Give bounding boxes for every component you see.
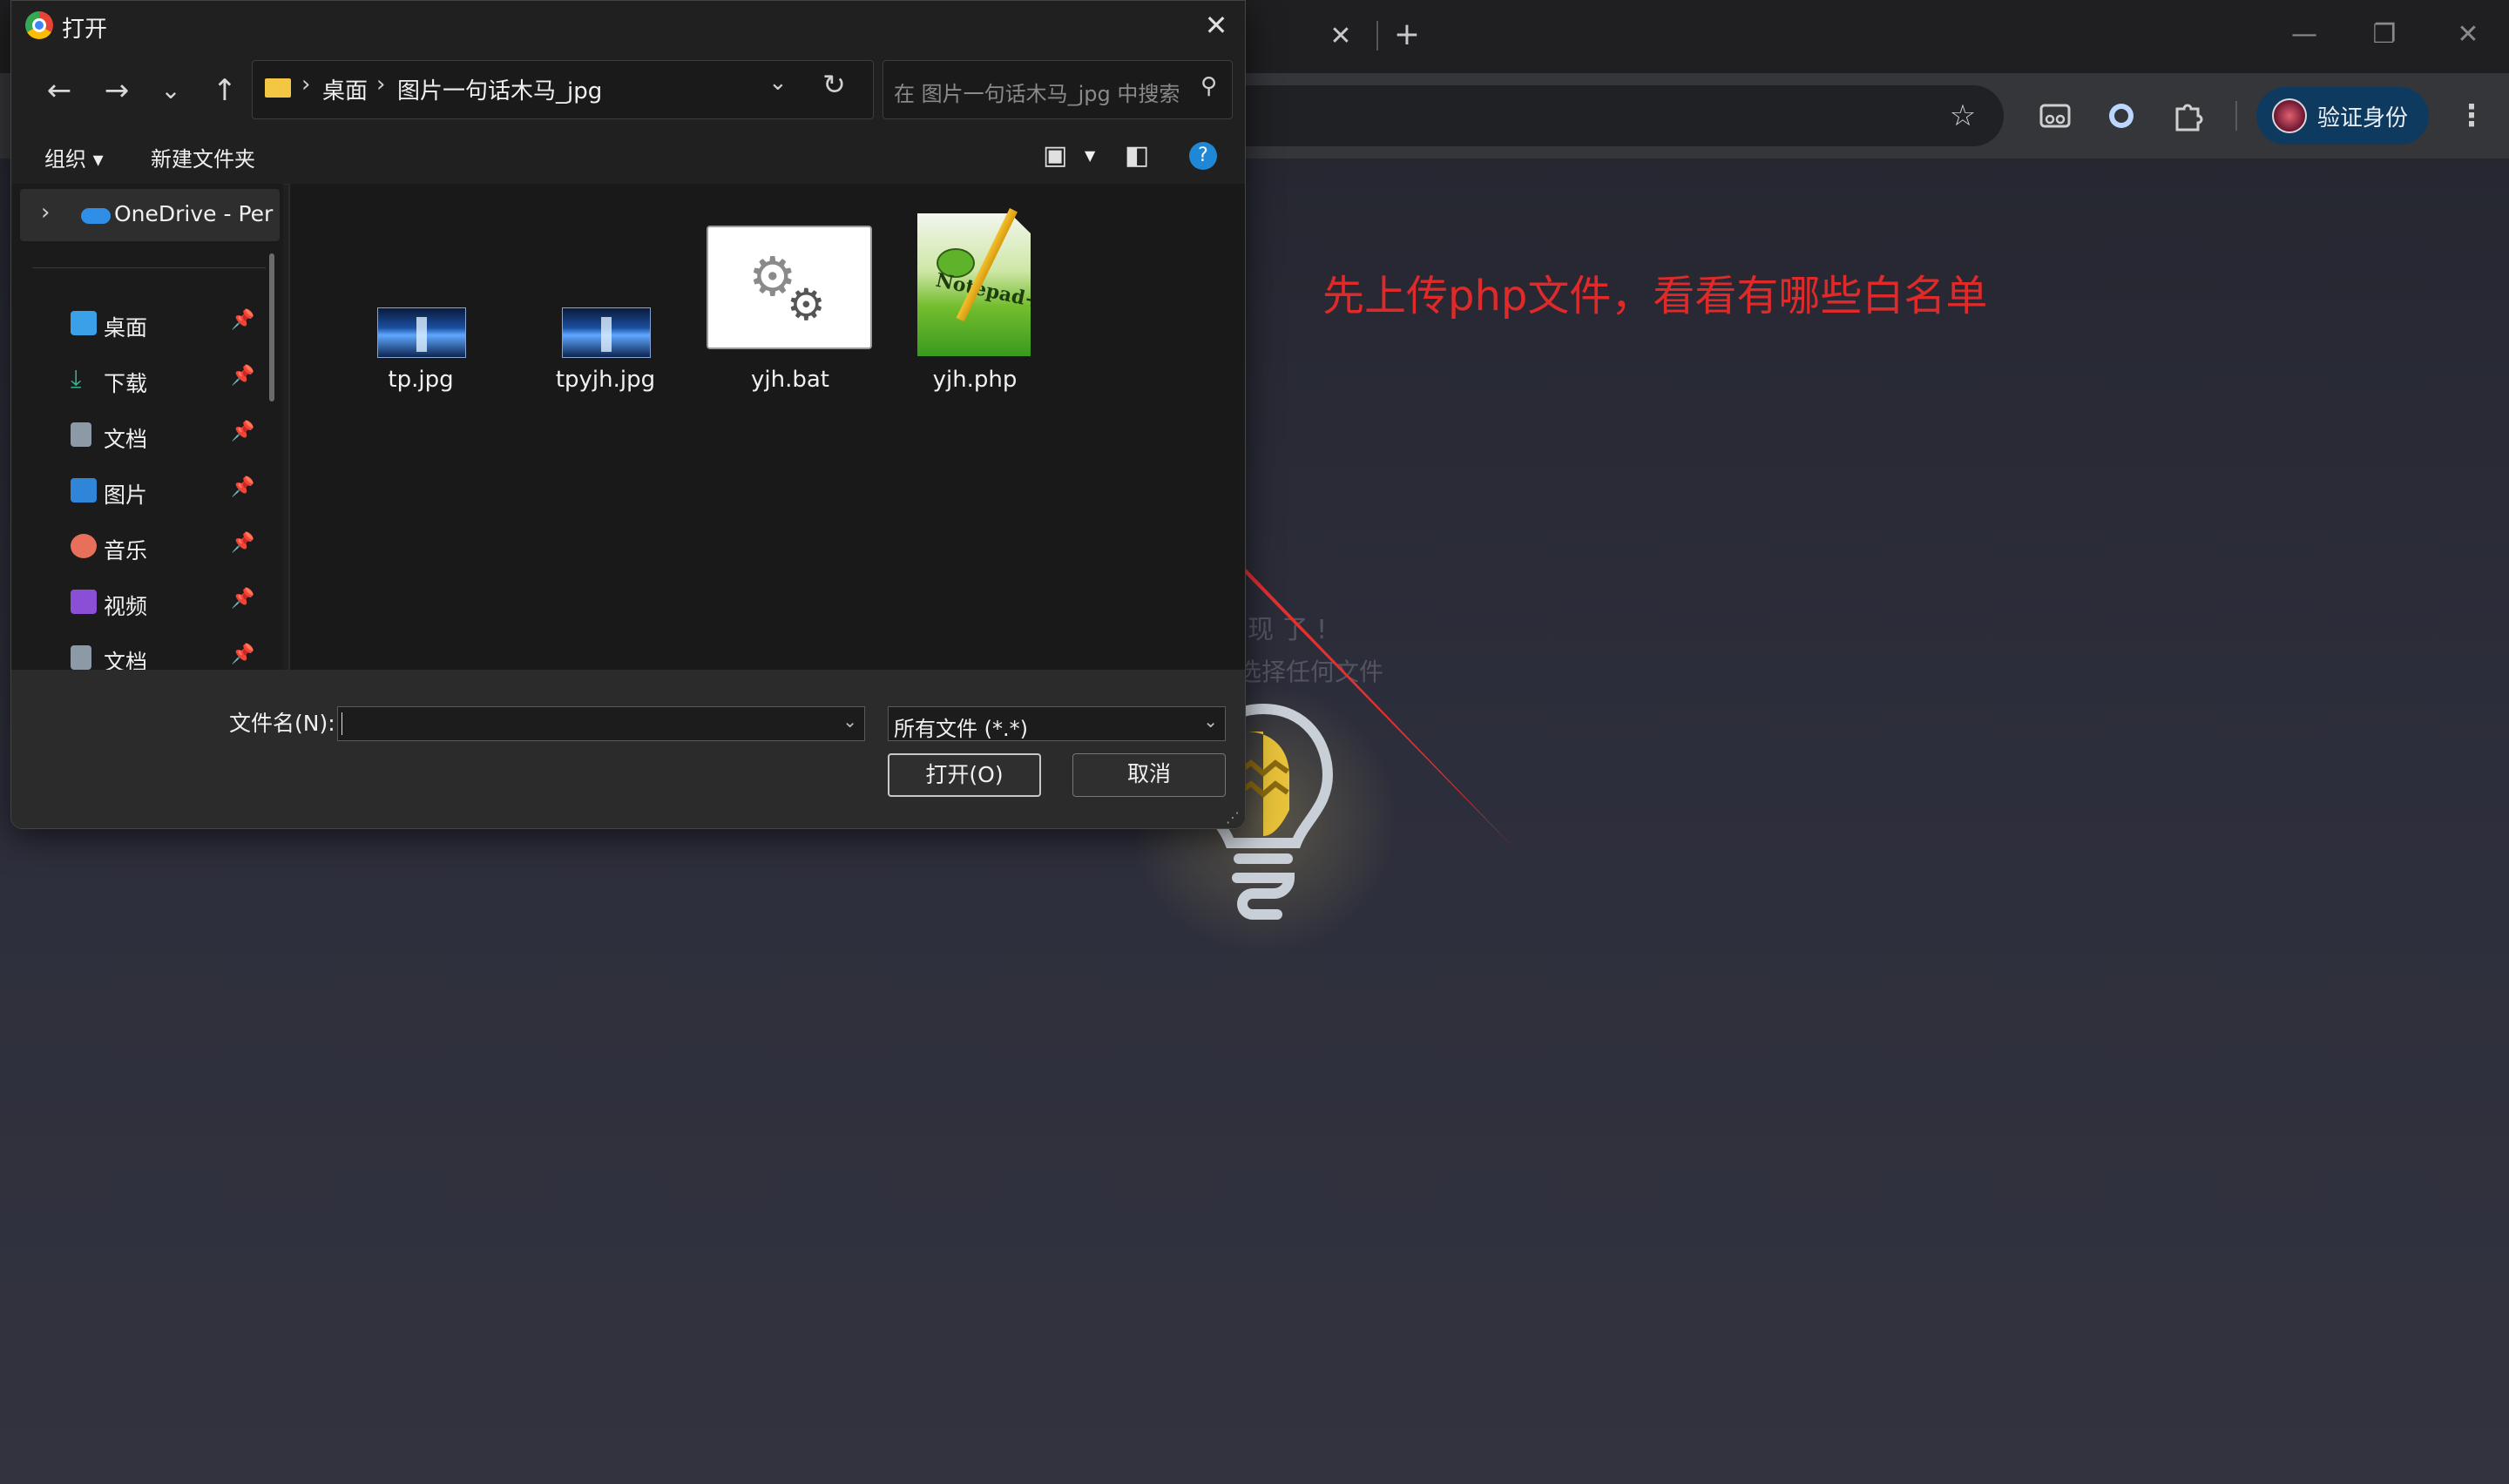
organize-menu[interactable]: 组织 ▾ (44, 142, 104, 172)
sidebar-item-videos[interactable]: 视频 📌 (11, 581, 273, 624)
file-item-yjh-bat[interactable]: ⚙ ⚙ yjh.bat (703, 217, 877, 410)
pin-icon[interactable]: 📌 (231, 532, 254, 554)
refresh-icon[interactable]: ↻ (822, 68, 846, 101)
image-thumbnail (377, 307, 466, 358)
file-name: tpyjh.jpg (555, 367, 656, 393)
dialog-footer: 文件名(N): ⌄ 所有文件 (*.*) ⌄ 打开(O) 取消 ⋰ (11, 670, 1245, 828)
file-list: tp.jpg tpyjh.jpg ⚙ ⚙ yjh.bat Notepad++ y… (290, 184, 1245, 670)
sidebar-divider (32, 267, 266, 268)
pin-icon[interactable]: 📌 (231, 365, 254, 387)
up-arrow-icon[interactable]: ↑ (203, 69, 247, 112)
breadcrumb-separator: › (376, 71, 386, 98)
view-options-icon[interactable]: ▣ (1043, 140, 1067, 171)
pin-icon[interactable]: 📌 (231, 421, 254, 442)
open-button[interactable]: 打开(O) (888, 753, 1041, 797)
chrome-logo-icon (25, 11, 53, 39)
breadcrumb-current-folder[interactable]: 图片一句话木马_jpg (397, 73, 602, 105)
sidebar-item-label: 文档 (104, 427, 148, 452)
filetype-select[interactable]: 所有文件 (*.*) ⌄ (888, 706, 1226, 741)
chevron-down-icon[interactable]: ⌄ (842, 711, 857, 732)
file-name: yjh.bat (751, 367, 829, 393)
open-file-dialog: 打开 ✕ ← → ⌄ ↑ › 桌面 › 图片一句话木马_jpg ⌄ ↻ 在 图片… (10, 0, 1246, 829)
file-name: tp.jpg (388, 367, 454, 393)
help-icon[interactable]: ? (1189, 142, 1217, 170)
notepad-logo: Notepad++ (933, 268, 1059, 317)
breadcrumb-separator: › (301, 71, 311, 98)
file-item-yjh-php[interactable]: Notepad++ yjh.php (888, 201, 1062, 410)
resize-grip-icon[interactable]: ⋰ (1226, 809, 1240, 826)
sidebar-item-label: 图片 (104, 482, 148, 508)
image-thumbnail (562, 307, 651, 358)
dialog-nav-bar: ← → ⌄ ↑ › 桌面 › 图片一句话木马_jpg ⌄ ↻ 在 图片一句话木马… (11, 51, 1245, 128)
file-name: yjh.php (932, 367, 1018, 393)
pin-icon[interactable]: 📌 (231, 309, 254, 331)
dialog-title-bar: 打开 ✕ (11, 1, 1245, 51)
pin-icon[interactable]: 📌 (231, 476, 254, 498)
dialog-close-icon[interactable]: ✕ (1194, 6, 1238, 44)
sidebar-scrollbar[interactable] (269, 253, 274, 401)
sidebar-item-label: 视频 (104, 594, 148, 619)
folder-icon (265, 78, 291, 98)
navigation-pane: › OneDrive - Per 桌面 📌 ⤓ 下载 📌 文档 📌 图片 📌 音 (11, 184, 283, 675)
filename-label: 文件名(N): (229, 711, 335, 736)
address-breadcrumb[interactable]: › 桌面 › 图片一句话木马_jpg ⌄ ↻ (252, 60, 874, 119)
sidebar-item-downloads[interactable]: ⤓ 下载 📌 (11, 358, 273, 401)
sidebar-item-label: 音乐 (104, 538, 148, 563)
command-bar: 组织 ▾ 新建文件夹 ▣ ▼ ◧ ? (11, 128, 1245, 185)
chevron-down-icon[interactable]: ⌄ (1203, 711, 1218, 732)
pin-icon[interactable]: 📌 (231, 644, 254, 665)
search-icon[interactable]: ⚲ (1200, 73, 1217, 99)
filetype-value: 所有文件 (*.*) (894, 717, 1028, 741)
batch-file-icon: ⚙ ⚙ (707, 226, 872, 349)
sidebar-item-label: 下载 (104, 371, 148, 396)
documents-icon (71, 422, 91, 447)
pin-icon[interactable]: 📌 (231, 588, 254, 610)
videos-icon (71, 590, 97, 614)
gear-icon: ⚙ (787, 280, 826, 330)
search-input[interactable]: 在 图片一句话木马_jpg 中搜索 (894, 77, 1180, 107)
back-arrow-icon[interactable]: ← (37, 69, 81, 112)
view-dropdown-icon[interactable]: ▼ (1085, 147, 1095, 164)
sidebar-item-documents[interactable]: 文档 📌 (11, 414, 273, 457)
recent-locations-icon[interactable]: ⌄ (149, 69, 193, 112)
sidebar-item-desktop[interactable]: 桌面 📌 (11, 302, 273, 346)
search-box[interactable]: 在 图片一句话木马_jpg 中搜索 ⚲ (883, 60, 1233, 119)
chevron-down-icon[interactable]: ⌄ (768, 70, 788, 96)
batch-file-thumbnail: ⚙ ⚙ (707, 226, 872, 349)
documents-icon (71, 645, 91, 670)
chevron-right-icon[interactable]: › (41, 199, 50, 226)
sidebar-item-music[interactable]: 音乐 📌 (11, 525, 273, 569)
music-icon (71, 534, 97, 558)
sidebar-item-pictures[interactable]: 图片 📌 (11, 469, 273, 513)
forward-arrow-icon[interactable]: → (95, 69, 139, 112)
desktop-icon (71, 311, 97, 335)
sidebar-item-label: 桌面 (104, 315, 148, 341)
notepad-plus-plus-thumbnail: Notepad++ (917, 208, 1031, 356)
new-folder-button[interactable]: 新建文件夹 (151, 142, 255, 172)
dialog-title: 打开 (62, 17, 108, 43)
cancel-button[interactable]: 取消 (1072, 753, 1226, 797)
filename-input[interactable]: ⌄ (337, 706, 865, 741)
file-item-tpyjh-jpg[interactable]: tpyjh.jpg (518, 236, 693, 410)
download-icon: ⤓ (71, 364, 82, 393)
preview-pane-icon[interactable]: ◧ (1125, 140, 1149, 171)
pictures-icon (71, 478, 97, 503)
sidebar-item-label: OneDrive - Per (114, 201, 274, 226)
sidebar-item-onedrive[interactable]: › OneDrive - Per (20, 189, 280, 241)
cloud-icon (81, 208, 111, 224)
breadcrumb-desktop[interactable]: 桌面 (322, 73, 368, 105)
file-item-tp-jpg[interactable]: tp.jpg (334, 236, 508, 410)
